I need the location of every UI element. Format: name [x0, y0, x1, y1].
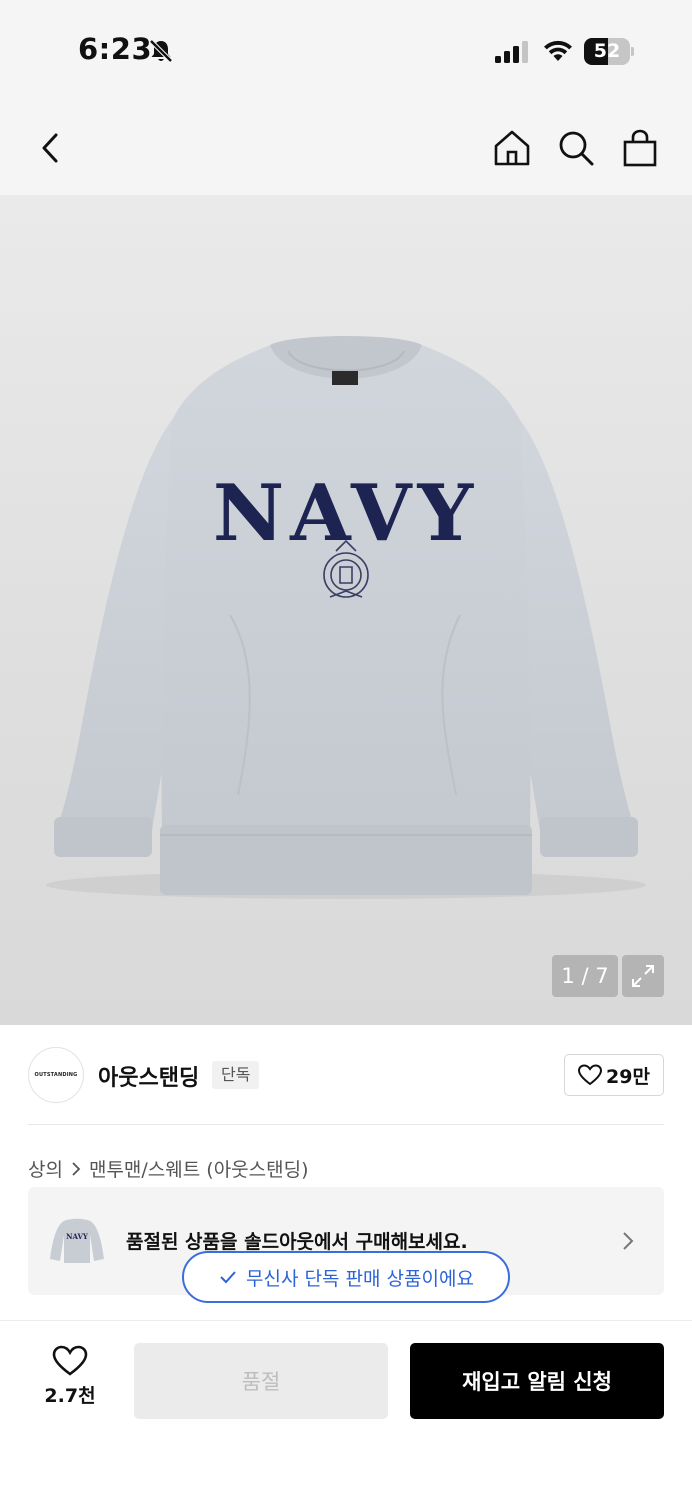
exclusive-badge: 단독: [212, 1061, 260, 1089]
product-detail-page: 6:23 52 NAVY 1 / 7 OUTSTANDING 아웃스탠딩 단독 …: [0, 0, 692, 1500]
breadcrumb-subcategory[interactable]: 맨투맨/스웨트 (아웃스탠딩): [89, 1155, 309, 1182]
brand-like-button[interactable]: 29만: [564, 1054, 664, 1096]
signal-icon: [495, 41, 528, 63]
soldout-button: 품절: [134, 1343, 388, 1419]
section-divider: [28, 1124, 664, 1125]
expand-image-button[interactable]: [622, 955, 664, 997]
bell-off-icon: [149, 39, 173, 63]
cart-button[interactable]: [620, 128, 660, 168]
wishlist-button[interactable]: 2.7천: [28, 1345, 112, 1417]
search-icon: [559, 131, 594, 166]
bottom-action-bar: 2.7천 품절 재입고 알림 신청: [0, 1320, 692, 1500]
home-icon: [494, 130, 530, 166]
heart-icon: [578, 1064, 603, 1086]
back-chevron-icon: [42, 133, 58, 163]
image-counter: 1 / 7: [552, 955, 618, 997]
brand-logo[interactable]: OUTSTANDING: [28, 1047, 84, 1103]
soldout-banner-text: 품절된 상품을 솔드아웃에서 구매해보세요.: [126, 1231, 468, 1253]
brand-logo-text: OUTSTANDING: [34, 1072, 78, 1078]
wifi-icon: [544, 40, 572, 61]
search-button[interactable]: [556, 128, 596, 168]
svg-text:NAVY: NAVY: [66, 1232, 89, 1241]
battery-percent: 52: [593, 40, 621, 62]
exclusive-sale-text: 무신사 단독 판매 상품이에요: [246, 1267, 474, 1290]
product-image-carousel[interactable]: NAVY: [0, 195, 692, 1025]
wishlist-count: 2.7천: [44, 1385, 96, 1407]
exclusive-sale-pill: 무신사 단독 판매 상품이에요: [182, 1251, 510, 1303]
expand-icon: [632, 965, 654, 987]
chevron-right-icon: [623, 1232, 634, 1250]
battery-icon: 52: [584, 38, 634, 65]
sweatshirt-image: NAVY: [46, 336, 646, 899]
heart-icon: [52, 1345, 88, 1376]
back-button[interactable]: [30, 128, 70, 168]
restock-alert-button[interactable]: 재입고 알림 신청: [410, 1343, 664, 1419]
sweatshirt-print-text: NAVY: [213, 468, 479, 559]
brand-like-count: 29만: [606, 1065, 650, 1088]
top-navigation: [0, 100, 692, 195]
breadcrumb-chevron-icon: [72, 1161, 81, 1176]
brand-name-link[interactable]: 아웃스탠딩: [98, 1060, 199, 1092]
status-bar: 6:23 52: [0, 0, 692, 100]
status-time: 6:23: [78, 32, 153, 66]
shopping-bag-icon: [623, 129, 657, 167]
breadcrumb-category[interactable]: 상의: [28, 1155, 63, 1182]
breadcrumb: 상의 맨투맨/스웨트 (아웃스탠딩): [28, 1155, 309, 1182]
check-icon: [220, 1271, 236, 1284]
home-button[interactable]: [492, 128, 532, 168]
banner-thumbnail: NAVY: [50, 1218, 104, 1263]
